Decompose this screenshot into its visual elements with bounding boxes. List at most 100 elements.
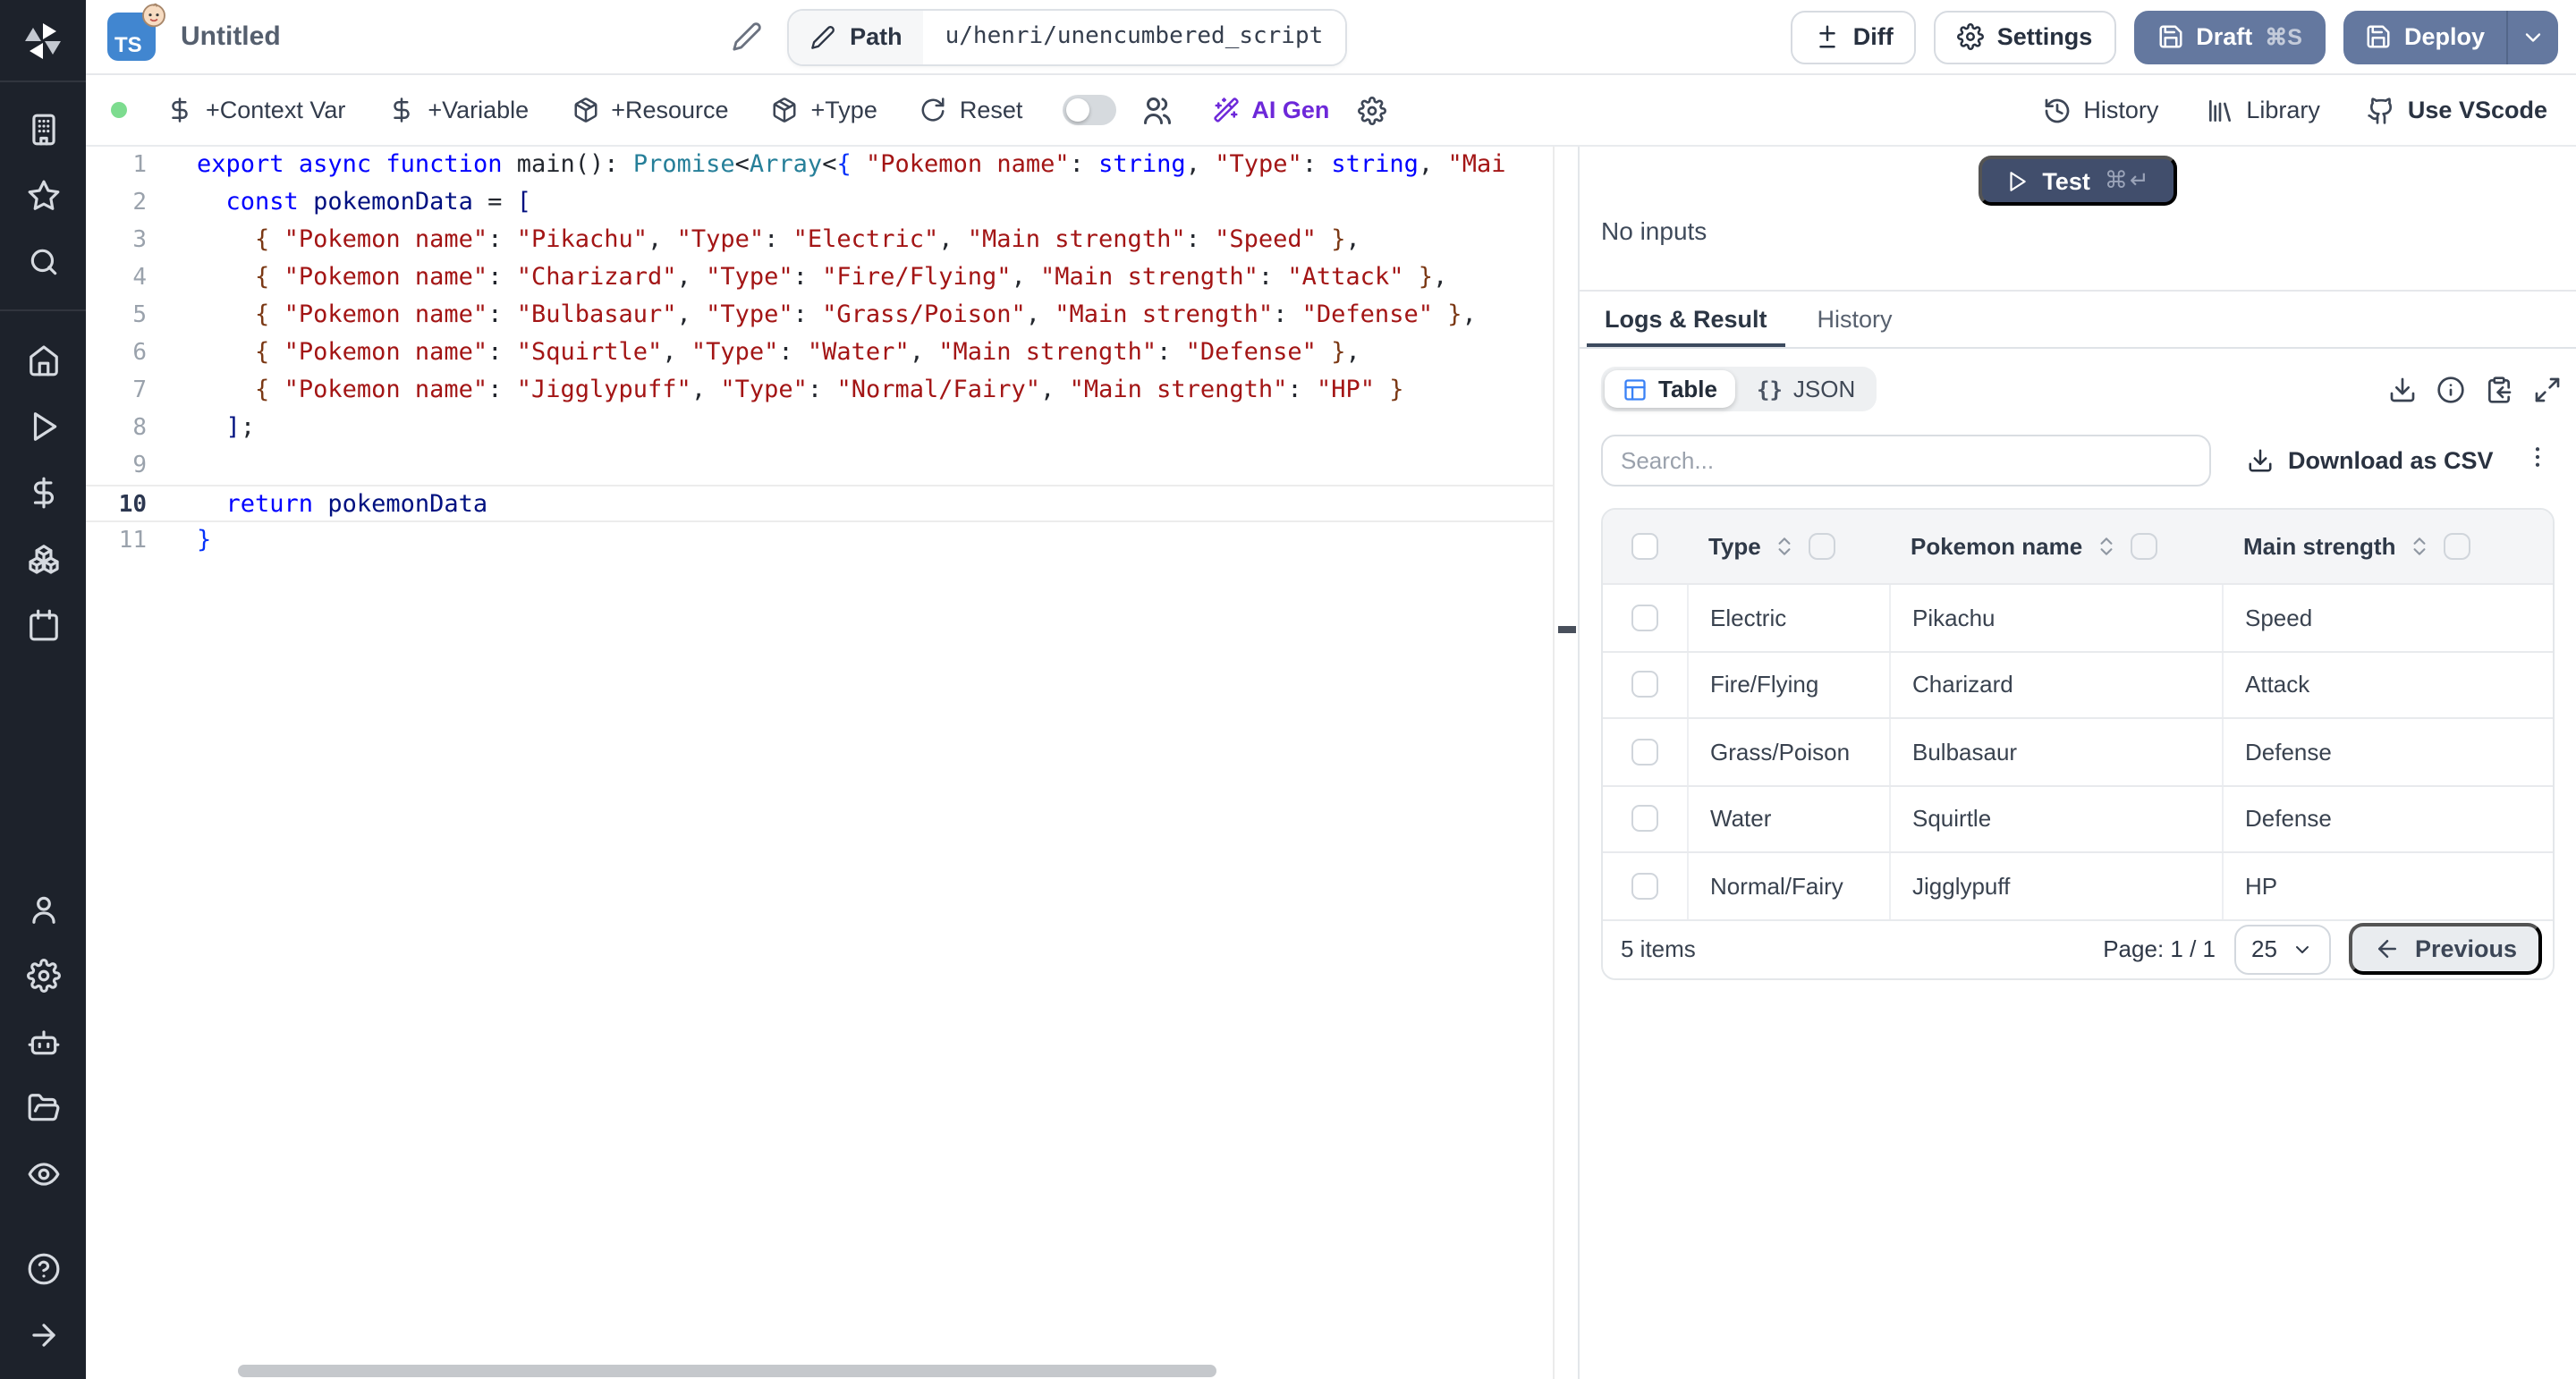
sort-icon[interactable] xyxy=(1774,535,1797,558)
toolbar-link-use-vscode[interactable]: Use VScode xyxy=(2367,96,2547,124)
view-option-table[interactable]: Table xyxy=(1605,370,1735,408)
sidebar-item-user[interactable] xyxy=(11,876,75,943)
sidebar-item-help[interactable] xyxy=(11,1236,75,1302)
code-text: export async function main(): Promise<Ar… xyxy=(172,147,1553,184)
row-checkbox[interactable] xyxy=(1631,739,1658,766)
diff-button[interactable]: Diff xyxy=(1791,10,1917,63)
column-toggle[interactable] xyxy=(1809,533,1836,560)
row-checkbox[interactable] xyxy=(1631,806,1658,833)
editor-settings-button[interactable] xyxy=(1358,96,1386,124)
package-icon xyxy=(572,97,598,123)
draft-button[interactable]: Draft ⌘S xyxy=(2133,10,2326,63)
sidebar-item-calendar[interactable] xyxy=(11,592,75,658)
script-path-field[interactable]: Path u/henri/unencumbered_script xyxy=(787,8,1346,65)
sidebar-item-boxes[interactable] xyxy=(11,526,75,592)
download-csv-button[interactable]: Download as CSV xyxy=(2247,447,2494,474)
settings-button[interactable]: Settings xyxy=(1935,10,2116,63)
toolbar-button-resource[interactable]: +Resource xyxy=(572,97,728,123)
dollar-icon xyxy=(26,476,60,510)
toolbar-link-history[interactable]: History xyxy=(2042,96,2158,124)
code-line-6[interactable]: 6 { "Pokemon name": "Squirtle", "Type": … xyxy=(86,334,1553,372)
code-line-11[interactable]: 11} xyxy=(86,522,1553,560)
arrow-left-icon xyxy=(2374,935,2401,962)
row-checkbox[interactable] xyxy=(1631,672,1658,698)
code-line-4[interactable]: 4 { "Pokemon name": "Charizard", "Type":… xyxy=(86,259,1553,297)
editor-overview-ruler[interactable] xyxy=(1553,147,1578,1379)
sidebar-item-arrow-right[interactable] xyxy=(11,1302,75,1368)
code-editor[interactable]: 1export async function main(): Promise<A… xyxy=(86,147,1578,1379)
code-text: { "Pokemon name": "Jigglypuff", "Type": … xyxy=(172,372,1553,410)
line-number: 11 xyxy=(86,522,172,560)
code-line-5[interactable]: 5 { "Pokemon name": "Bulbasaur", "Type":… xyxy=(86,297,1553,334)
code-line-2[interactable]: 2 const pokemonData = [ xyxy=(86,184,1553,222)
items-count: 5 items xyxy=(1621,935,1696,962)
table-row-3[interactable]: Grass/PoisonBulbasaurDefense xyxy=(1603,717,2553,784)
sort-icon[interactable] xyxy=(2408,535,2431,558)
deploy-button[interactable]: Deploy xyxy=(2343,10,2558,63)
view-option-json[interactable]: {}JSON xyxy=(1739,370,1873,408)
toolbar-button-reset[interactable]: Reset xyxy=(920,97,1023,123)
table-row-4[interactable]: WaterSquirtleDefense xyxy=(1603,784,2553,851)
deploy-dropdown-button[interactable] xyxy=(2506,10,2558,63)
boxes-icon xyxy=(26,542,60,576)
sidebar-item-building[interactable] xyxy=(11,97,75,163)
sidebar-item-eye[interactable] xyxy=(11,1141,75,1207)
expand-button[interactable] xyxy=(2533,375,2562,403)
tab-history[interactable]: History xyxy=(1800,292,1911,347)
cell-main-strength: Speed xyxy=(2222,585,2553,650)
toolbar-button-label: +Resource xyxy=(611,97,728,123)
row-checkbox[interactable] xyxy=(1631,873,1658,900)
github-icon xyxy=(2367,96,2395,124)
braces-icon: {} xyxy=(1757,376,1783,402)
table-row-2[interactable]: Fire/FlyingCharizardAttack xyxy=(1603,650,2553,717)
code-line-1[interactable]: 1export async function main(): Promise<A… xyxy=(86,147,1553,184)
more-menu-button[interactable] xyxy=(2524,443,2551,478)
toolbar-button-contextvar[interactable]: +Context Var xyxy=(166,97,345,123)
tab-logs-result[interactable]: Logs & Result xyxy=(1587,292,1785,347)
sidebar-item-folder[interactable] xyxy=(11,1075,75,1141)
code-line-9[interactable]: 9 xyxy=(86,447,1553,485)
download-button[interactable] xyxy=(2388,375,2417,403)
sidebar-item-bot[interactable] xyxy=(11,1009,75,1075)
assistant-toggle[interactable] xyxy=(1062,95,1115,125)
column-toggle[interactable] xyxy=(2131,533,2157,560)
ai-gen-button[interactable]: AI Gen xyxy=(1212,97,1329,123)
code-line-3[interactable]: 3 { "Pokemon name": "Pikachu", "Type": "… xyxy=(86,222,1553,259)
clipboard-button[interactable] xyxy=(2485,375,2513,403)
windmill-logo-icon[interactable] xyxy=(0,0,86,82)
info-button[interactable] xyxy=(2436,375,2465,403)
code-line-10[interactable]: 10 return pokemonData xyxy=(86,485,1553,522)
table-row-1[interactable]: ElectricPikachuSpeed xyxy=(1603,583,2553,650)
toolbar-button-variable[interactable]: +Variable xyxy=(388,97,529,123)
code-text xyxy=(172,447,1553,485)
view-option-label: Table xyxy=(1658,376,1717,402)
editor-horizontal-scrollbar[interactable] xyxy=(238,1365,1216,1377)
page-size-select[interactable]: 25 xyxy=(2233,924,2331,974)
folder-icon xyxy=(26,1091,60,1125)
select-all-checkbox[interactable] xyxy=(1631,533,1658,560)
edit-summary-pencil-icon[interactable] xyxy=(724,14,769,59)
chevron-down-icon xyxy=(2521,24,2546,49)
column-toggle[interactable] xyxy=(2444,533,2470,560)
code-text: { "Pokemon name": "Pikachu", "Type": "El… xyxy=(172,222,1553,259)
sidebar-item-star[interactable] xyxy=(11,163,75,229)
toolbar-link-library[interactable]: Library xyxy=(2205,96,2320,124)
toolbar-button-type[interactable]: +Type xyxy=(772,97,877,123)
previous-page-button[interactable]: Previous xyxy=(2349,923,2542,975)
sidebar-item-search[interactable] xyxy=(11,229,75,295)
sidebar-item-play[interactable] xyxy=(11,393,75,460)
sort-icon[interactable] xyxy=(2095,535,2118,558)
sidebar-item-settings[interactable] xyxy=(11,943,75,1009)
code-line-8[interactable]: 8 ]; xyxy=(86,410,1553,447)
toolbar-link-label: Use VScode xyxy=(2408,97,2547,123)
sidebar-item-dollar[interactable] xyxy=(11,460,75,526)
result-search-input[interactable] xyxy=(1601,435,2211,486)
building-icon xyxy=(26,113,60,147)
test-button[interactable]: Test ⌘↵ xyxy=(1978,156,2177,206)
table-row-5[interactable]: Normal/FairyJigglypuffHP xyxy=(1603,851,2553,918)
sidebar-item-home[interactable] xyxy=(11,327,75,393)
multiplayer-button[interactable] xyxy=(1140,94,1173,126)
code-line-7[interactable]: 7 { "Pokemon name": "Jigglypuff", "Type"… xyxy=(86,372,1553,410)
row-checkbox[interactable] xyxy=(1631,605,1658,631)
calendar-icon xyxy=(26,608,60,642)
